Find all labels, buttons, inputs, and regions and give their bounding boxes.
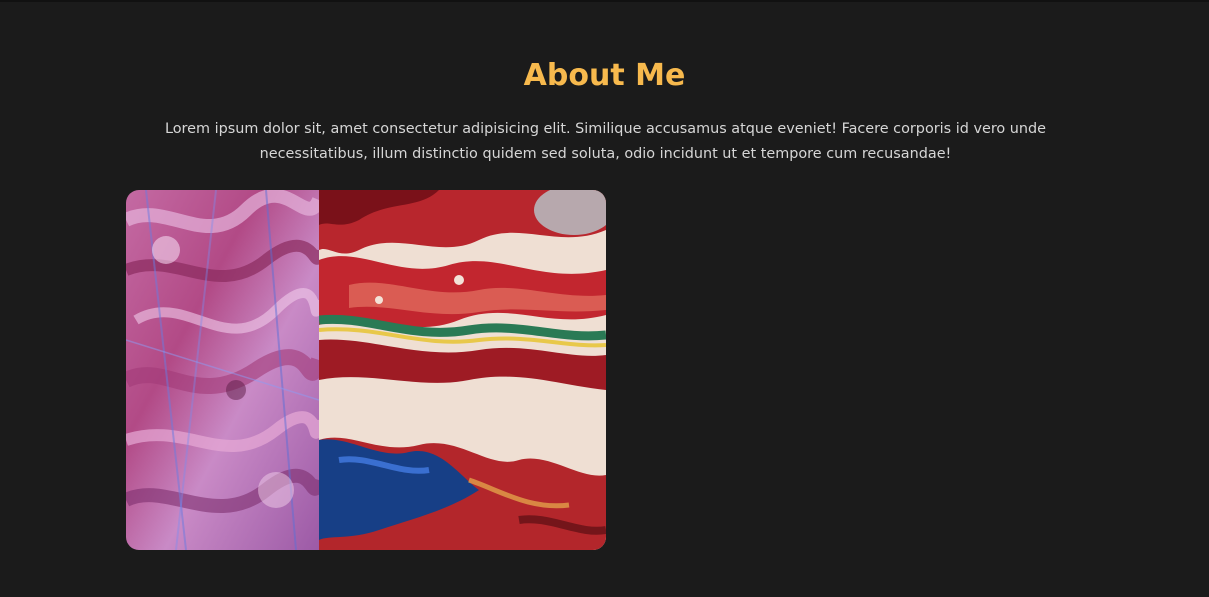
about-description: Lorem ipsum dolor sit, amet consectetur … bbox=[164, 121, 1047, 162]
gallery-image-red-fluid-art bbox=[319, 190, 606, 550]
image-gallery bbox=[126, 190, 606, 550]
about-section: About Me Lorem ipsum dolor sit, amet con… bbox=[0, 0, 1209, 597]
section-title: About Me bbox=[523, 58, 686, 93]
gallery-image-pink-abstract bbox=[126, 190, 319, 550]
